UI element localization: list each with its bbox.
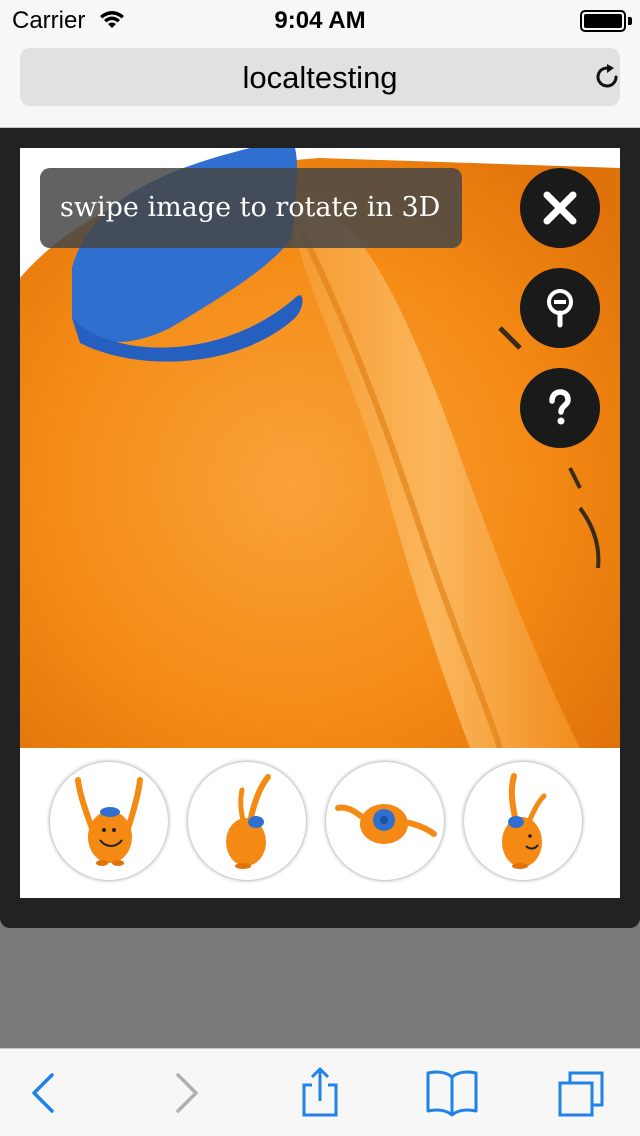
browser-navbar: localtesting — [0, 40, 640, 128]
battery-tip — [628, 17, 632, 25]
tabs-icon — [558, 1071, 604, 1117]
help-icon — [549, 389, 571, 425]
clock: 9:04 AM — [274, 7, 366, 34]
status-bar: Carrier 9:04 AM — [0, 0, 640, 40]
plush-top-thumbnail — [335, 804, 437, 844]
reload-icon[interactable] — [592, 62, 622, 92]
zoom-out-icon — [547, 289, 573, 328]
thumbnail-strip — [20, 748, 620, 898]
share-button[interactable] — [290, 1067, 350, 1119]
thumbnail-side[interactable] — [188, 762, 306, 880]
back-button[interactable] — [14, 1067, 74, 1119]
thumbnail-front[interactable] — [50, 762, 168, 880]
share-icon — [302, 1067, 338, 1117]
thumbnail-back[interactable] — [464, 762, 582, 880]
bookmarks-icon — [426, 1070, 478, 1117]
plush-side-thumbnail — [226, 774, 271, 869]
zoom-out-button[interactable] — [520, 268, 600, 348]
back-icon — [32, 1073, 54, 1113]
tabs-button[interactable] — [552, 1067, 612, 1119]
plush-front-thumbnail — [75, 777, 143, 866]
url-text: localtesting — [242, 60, 398, 95]
rotate-hint: swipe image to rotate in 3D — [40, 168, 462, 248]
close-button[interactable] — [520, 168, 600, 248]
viewer-stage: swipe image to rotate in 3D — [20, 148, 620, 898]
close-icon — [543, 191, 577, 225]
image-viewer-overlay: swipe image to rotate in 3D — [0, 128, 640, 928]
address-bar[interactable]: localtesting — [20, 48, 620, 106]
thumbnail-top[interactable] — [326, 762, 444, 880]
help-button[interactable] — [520, 368, 600, 448]
forward-button[interactable] — [156, 1067, 216, 1119]
battery-icon — [580, 10, 626, 32]
bookmarks-button[interactable] — [422, 1067, 482, 1119]
plush-back-thumbnail — [502, 773, 547, 869]
browser-toolbar — [0, 1048, 640, 1136]
forward-icon — [176, 1073, 198, 1113]
